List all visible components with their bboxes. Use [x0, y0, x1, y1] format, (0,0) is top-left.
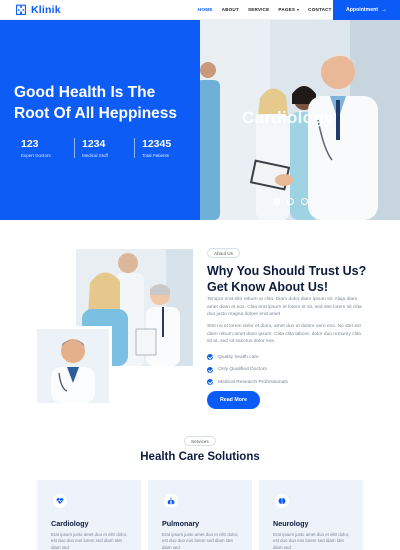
slide-caption: Cardiology	[242, 108, 334, 127]
lungs-icon	[164, 494, 178, 508]
card-text: Erat ipsum justo amet duo et elitr dolor…	[162, 532, 239, 550]
stat-doctors: 123 Expert Doctors	[14, 138, 74, 158]
service-card-pulmonary[interactable]: Pulmonary Erat ipsum justo amet duo et e…	[148, 480, 252, 550]
card-text: Erat ipsum justo amet duo et elitr dolor…	[273, 532, 350, 550]
about-heading: Why You Should Trust Us? Get Know About …	[207, 264, 367, 294]
nav-pages-label: PAGES	[278, 7, 296, 12]
check-circle-icon	[207, 366, 213, 373]
services-tag: Services	[184, 436, 216, 446]
check-item: Quality health care	[207, 351, 288, 364]
about-image-doctor	[34, 326, 112, 406]
stat-patients: 12345 Total Patients	[134, 138, 194, 158]
check-circle-icon	[207, 379, 213, 386]
carousel-dot[interactable]	[301, 198, 308, 205]
card-title: Cardiology	[51, 519, 89, 528]
stat-label: Medical Stuff	[82, 153, 108, 158]
about-tag: About Us	[207, 248, 240, 258]
about-paragraph: Stet no et lorem dolor et diam, amet duo…	[207, 324, 361, 345]
appointment-label: Appointment	[346, 7, 378, 13]
check-item: Medical Research Professionals	[207, 376, 288, 389]
hero-section: Good Health Is The Root Of All Heppiness…	[0, 20, 400, 220]
read-more-button[interactable]: Read More	[207, 391, 260, 409]
chevron-down-icon	[297, 8, 300, 11]
nav-contact[interactable]: CONTACT	[308, 7, 332, 12]
carousel-dots	[273, 198, 315, 205]
card-title: Pulmonary	[162, 519, 200, 528]
hospital-icon	[16, 4, 26, 15]
stat-label: Expert Doctors	[21, 153, 51, 158]
hero-title: Good Health Is The Root Of All Heppiness	[14, 84, 178, 122]
stat-label: Total Patients	[142, 153, 170, 158]
about-paragraph: Tempor erat elitr rebum at clita. Diam d…	[207, 297, 362, 318]
nav-about[interactable]: ABOUT	[222, 7, 239, 12]
check-circle-icon	[207, 354, 213, 361]
brand-logo[interactable]: Klinik	[16, 4, 136, 16]
stat-value: 1234	[82, 138, 106, 150]
heartbeat-icon	[53, 494, 67, 508]
stat-staff: 1234 Medical Stuff	[74, 138, 134, 158]
service-cards: Cardiology Erat ipsum justo amet duo et …	[37, 480, 370, 550]
nav-home[interactable]: HOME	[198, 7, 213, 12]
brain-icon	[275, 494, 289, 508]
nav-pages[interactable]: PAGES	[278, 7, 300, 12]
brand-name: Klinik	[31, 3, 61, 16]
about-checklist: Quality health care Only Qualified Docto…	[207, 351, 288, 389]
arrow-right-icon: →	[380, 7, 387, 13]
check-label: Quality health care	[218, 354, 259, 360]
check-label: Medical Research Professionals	[218, 379, 288, 385]
service-card-cardiology[interactable]: Cardiology Erat ipsum justo amet duo et …	[37, 480, 141, 550]
hero-panel: Good Health Is The Root Of All Heppiness…	[0, 20, 200, 220]
stat-value: 12345	[142, 138, 172, 150]
check-item: Only Qualified Doctors	[207, 364, 288, 377]
nav-service[interactable]: SERVICE	[248, 7, 269, 12]
appointment-button[interactable]: Appointment →	[333, 0, 400, 20]
main-menu: HOME ABOUT SERVICE PAGES CONTACT	[198, 7, 341, 12]
services-heading: Health Care Solutions	[140, 451, 260, 463]
check-label: Only Qualified Doctors	[218, 367, 267, 373]
carousel-dot[interactable]	[287, 198, 294, 205]
stat-value: 123	[21, 138, 39, 150]
card-text: Erat ipsum justo amet duo et elitr dolor…	[51, 532, 128, 550]
carousel-dot[interactable]	[273, 198, 280, 205]
service-card-neurology[interactable]: Neurology Erat ipsum justo amet duo et e…	[259, 480, 363, 550]
card-title: Neurology	[273, 519, 309, 528]
navbar: Klinik HOME ABOUT SERVICE PAGES CONTACT …	[0, 0, 400, 20]
hero-stats: 123 Expert Doctors 1234 Medical Stuff 12…	[14, 138, 194, 158]
